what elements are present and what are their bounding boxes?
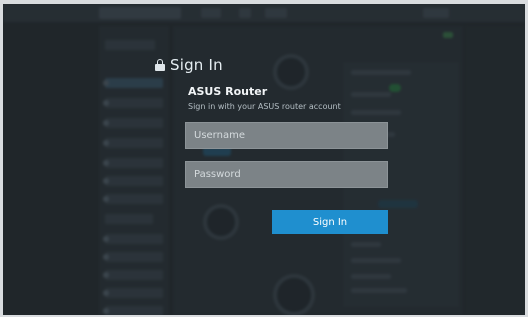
- device-name: ASUS Router: [188, 85, 268, 98]
- screen-frame: Sign In ASUS Router Sign in with your AS…: [3, 4, 525, 315]
- sign-in-hint: Sign in with your ASUS router account: [188, 102, 341, 111]
- sign-in-dialog: Sign In ASUS Router Sign in with your AS…: [3, 4, 525, 315]
- sign-in-button[interactable]: Sign In: [272, 210, 388, 234]
- username-input[interactable]: [185, 122, 388, 149]
- dialog-title-row: Sign In: [155, 56, 223, 74]
- password-input[interactable]: [185, 161, 388, 188]
- lock-body: [155, 64, 165, 71]
- lock-icon: [155, 59, 165, 71]
- dialog-title: Sign In: [170, 56, 223, 74]
